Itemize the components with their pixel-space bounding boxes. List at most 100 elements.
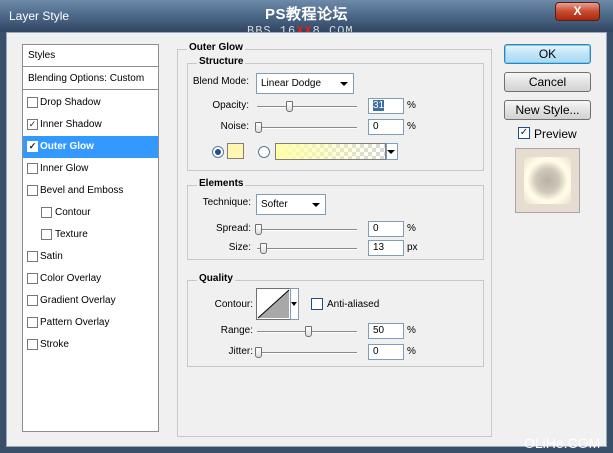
anti-aliased-checkbox[interactable] [311, 298, 323, 310]
styles-list: Styles Blending Options: Custom Drop Sha… [22, 44, 159, 432]
contour-dropdown[interactable] [290, 288, 299, 320]
opacity-input[interactable]: 31 [368, 98, 404, 114]
noise-slider-track[interactable] [257, 127, 357, 129]
outer-glow-title: Outer Glow [187, 42, 245, 53]
blend-mode-value: Linear Dodge [261, 78, 322, 89]
size-label: Size: [228, 242, 251, 253]
spread-label: Spread: [215, 223, 251, 234]
spread-input[interactable]: 0 [368, 221, 404, 237]
size-slider-track[interactable] [257, 248, 357, 250]
sidebar-item-inner-shadow[interactable]: ✓ Inner Shadow [23, 114, 158, 136]
blend-mode-select[interactable]: Linear Dodge [256, 73, 354, 94]
sidebar-item-satin[interactable]: Satin [23, 246, 158, 268]
jitter-slider-thumb[interactable] [255, 347, 262, 358]
style-checkbox[interactable] [27, 97, 38, 108]
sidebar-item-label: Outer Glow [40, 141, 94, 152]
jitter-label: Jitter: [228, 346, 253, 357]
spread-slider-track[interactable] [257, 229, 357, 231]
quality-title: Quality [197, 273, 235, 284]
sidebar-item-inner-glow[interactable]: Inner Glow [23, 158, 158, 180]
technique-label: Technique: [202, 197, 251, 208]
window-title: Layer Style [9, 9, 70, 23]
sidebar-item-pattern-overlay[interactable]: Pattern Overlay [23, 312, 158, 334]
gradient-dropdown[interactable] [386, 143, 398, 160]
sidebar-item-label: Texture [55, 229, 88, 240]
blending-options-item[interactable]: Blending Options: Custom [23, 68, 158, 90]
style-checkbox[interactable] [27, 251, 38, 262]
range-label: Range: [220, 325, 253, 336]
style-checkbox[interactable] [27, 273, 38, 284]
preview-label: Preview [534, 127, 577, 141]
jitter-unit: % [407, 346, 416, 357]
technique-select[interactable]: Softer [256, 194, 326, 215]
range-unit: % [407, 325, 416, 336]
footer-watermark: OLiHe.COM [524, 435, 601, 451]
preview-glow-shape [524, 157, 571, 204]
size-slider-thumb[interactable] [260, 243, 267, 254]
close-button[interactable]: X [555, 2, 600, 21]
style-checkbox[interactable] [27, 295, 38, 306]
elements-title: Elements [197, 178, 246, 189]
solid-color-radio[interactable] [212, 146, 224, 158]
sidebar-item-texture[interactable]: Texture [23, 224, 158, 246]
sidebar-item-label: Satin [40, 251, 63, 262]
sidebar-item-label: Inner Glow [40, 163, 89, 174]
gradient-swatch[interactable] [275, 143, 386, 160]
contour-curve-icon [257, 289, 290, 319]
jitter-slider-track[interactable] [257, 352, 357, 354]
ok-button[interactable]: OK [504, 44, 591, 64]
noise-slider-thumb[interactable] [255, 122, 262, 133]
opacity-slider-track[interactable] [257, 106, 357, 108]
cancel-button[interactable]: Cancel [504, 72, 591, 92]
style-checkbox[interactable] [41, 229, 52, 240]
opacity-slider-thumb[interactable] [286, 101, 293, 112]
sidebar-item-label: Drop Shadow [40, 97, 101, 108]
style-checkbox[interactable] [27, 317, 38, 328]
spread-slider-thumb[interactable] [255, 224, 262, 235]
sidebar-item-label: Color Overlay [40, 273, 102, 284]
chevron-down-icon [291, 302, 297, 306]
new-style-button[interactable]: New Style... [504, 100, 591, 120]
sidebar-item-drop-shadow[interactable]: Drop Shadow [23, 92, 158, 114]
chevron-down-icon [387, 150, 395, 154]
opacity-label: Opacity: [212, 100, 249, 111]
size-input[interactable]: 13 [368, 240, 404, 256]
watermark-text: PS教程论坛 [265, 6, 349, 23]
range-slider-thumb[interactable] [305, 326, 312, 337]
style-checkbox[interactable] [41, 207, 52, 218]
range-input[interactable]: 50 [368, 323, 404, 339]
sidebar-item-outer-glow[interactable]: ✓ Outer Glow [23, 136, 158, 158]
structure-title: Structure [197, 56, 246, 67]
technique-value: Softer [261, 199, 288, 210]
style-checkbox[interactable]: ✓ [27, 119, 38, 130]
jitter-input[interactable]: 0 [368, 344, 404, 360]
glow-color-swatch[interactable] [227, 143, 244, 159]
noise-input[interactable]: 0 [368, 119, 404, 135]
title-bar: Layer Style PS教程论坛 BBS.16XX8.COM X [0, 0, 613, 38]
dialog-body: Styles Blending Options: Custom Drop Sha… [6, 32, 607, 447]
sidebar-item-gradient-overlay[interactable]: Gradient Overlay [23, 290, 158, 312]
chevron-down-icon [312, 203, 320, 207]
styles-header[interactable]: Styles [23, 45, 158, 67]
sidebar-item-stroke[interactable]: Stroke [23, 334, 158, 356]
preview-checkbox[interactable]: ✓ [518, 127, 530, 139]
contour-picker[interactable] [256, 288, 291, 320]
size-unit: px [407, 242, 418, 253]
style-checkbox[interactable] [27, 339, 38, 350]
sidebar-item-label: Inner Shadow [40, 119, 102, 130]
sidebar-item-bevel-and-emboss[interactable]: Bevel and Emboss [23, 180, 158, 202]
noise-unit: % [407, 121, 416, 132]
style-checkbox[interactable]: ✓ [27, 141, 38, 152]
sidebar-item-label: Pattern Overlay [40, 317, 110, 328]
sidebar-item-contour[interactable]: Contour [23, 202, 158, 224]
opacity-unit: % [407, 100, 416, 111]
sidebar-item-label: Contour [55, 207, 91, 218]
noise-label: Noise: [220, 121, 249, 132]
style-checkbox[interactable] [27, 185, 38, 196]
sidebar-item-color-overlay[interactable]: Color Overlay [23, 268, 158, 290]
spread-unit: % [407, 223, 416, 234]
contour-label: Contour: [214, 299, 253, 310]
style-checkbox[interactable] [27, 163, 38, 174]
gradient-radio[interactable] [258, 146, 270, 158]
opacity-value: 31 [373, 100, 385, 111]
